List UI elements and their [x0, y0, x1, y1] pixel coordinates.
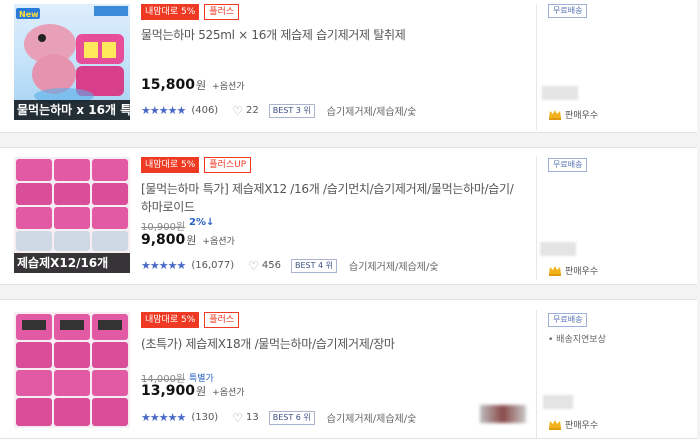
like-count: 13 — [245, 412, 259, 423]
rating-stars: ★★★★★ — [141, 259, 186, 272]
product-price: 15,800 — [141, 77, 196, 93]
free-shipping-badge: 무료배송 — [548, 158, 588, 172]
plus-badge: 플러스 — [204, 312, 240, 328]
thumb-caption: 제습제X12/16개 — [14, 253, 130, 273]
heart-icon[interactable]: ♡ — [232, 104, 243, 118]
review-count[interactable]: (130) — [191, 412, 218, 423]
discount-badge: 내맘대로 5% — [141, 157, 200, 173]
product-price: 9,800 — [141, 232, 186, 248]
best-rank-badge[interactable]: BEST 4 위 — [290, 258, 338, 273]
option-price-label: +옵션가 — [212, 82, 245, 92]
crown-icon — [549, 420, 561, 430]
seller-grade-label: 판매우수 — [565, 267, 599, 277]
seller-name-blurred[interactable] — [543, 395, 573, 409]
like-count: 456 — [261, 260, 281, 271]
discount-badge: 내맘대로 5% — [141, 312, 200, 328]
review-count[interactable]: (406) — [191, 105, 218, 116]
like-count: 22 — [245, 105, 259, 116]
original-price: 10,900원 — [141, 222, 186, 233]
plus-up-badge: 플러스UP — [204, 157, 252, 173]
rating-stars: ★★★★★ — [141, 411, 186, 424]
dehumidifier-stack-illustration — [16, 314, 128, 426]
blurred-region — [480, 405, 526, 423]
currency-label: 원 — [196, 385, 207, 398]
thumb-caption: 물먹는하마 x 16개 특가 — [14, 100, 130, 120]
rating-stars: ★★★★★ — [141, 104, 186, 117]
crown-icon — [549, 266, 561, 276]
free-shipping-badge: 무료배송 — [548, 4, 588, 18]
currency-label: 원 — [196, 79, 207, 92]
product-card[interactable]: 내맘대로 5% 플러스 (초특가) 제습제X18개 /물먹는하마/습기제거제/장… — [0, 299, 697, 439]
plus-badge: 플러스 — [204, 4, 240, 20]
seller-name-blurred[interactable] — [540, 242, 576, 256]
product-title[interactable]: 물먹는하마 525ml × 16개 제습제 습기제거제 탈취제 — [141, 26, 521, 44]
discount-rate: 2%↓ — [189, 217, 215, 228]
product-card[interactable]: 제습제X12/16개 내맘대로 5% 플러스UP [물먹는하마 특가] 제습제X… — [0, 147, 697, 285]
crown-icon — [549, 110, 561, 120]
product-title[interactable]: [물먹는하마 특가] 제습제X12 /16개 /습기먼치/습기제거제/물먹는하마… — [141, 180, 521, 216]
category-link[interactable]: 습기제거제/제습제/숯 — [327, 410, 417, 425]
product-image[interactable]: New 물먹는하마 x 16개 특가 — [14, 4, 130, 120]
category-link[interactable]: 습기제거제/제습제/숯 — [349, 258, 439, 273]
option-price-label: +옵션가 — [212, 388, 245, 398]
heart-icon[interactable]: ♡ — [232, 411, 243, 425]
seller-grade-label: 판매우수 — [565, 421, 599, 431]
heart-icon[interactable]: ♡ — [248, 259, 259, 273]
best-rank-badge[interactable]: BEST 6 위 — [268, 410, 315, 425]
review-count[interactable]: (16,077) — [191, 260, 234, 271]
category-link[interactable]: 습기제거제/제습제/숯 — [327, 103, 417, 118]
product-title[interactable]: (초특가) 제습제X18개 /물먹는하마/습기제거제/장마 — [141, 335, 521, 353]
currency-label: 원 — [186, 234, 197, 247]
seller-grade-label: 판매우수 — [565, 111, 599, 121]
product-image[interactable]: 제습제X12/16개 — [14, 157, 130, 273]
seller-name-blurred[interactable] — [542, 86, 578, 100]
free-shipping-badge: 무료배송 — [548, 313, 588, 327]
discount-badge: 내맘대로 5% — [141, 4, 200, 20]
option-price-label: +옵션가 — [202, 237, 235, 247]
svg-text:New: New — [19, 10, 39, 19]
product-card[interactable]: New 물먹는하마 x 16개 특가 내맘대로 5% 플러스 물먹는하마 525… — [0, 0, 697, 133]
best-rank-badge[interactable]: BEST 3 위 — [268, 103, 315, 118]
delivery-delay-compensation: • 배송지연보상 — [548, 335, 606, 345]
product-image[interactable] — [14, 312, 130, 428]
product-price: 13,900 — [141, 383, 196, 399]
